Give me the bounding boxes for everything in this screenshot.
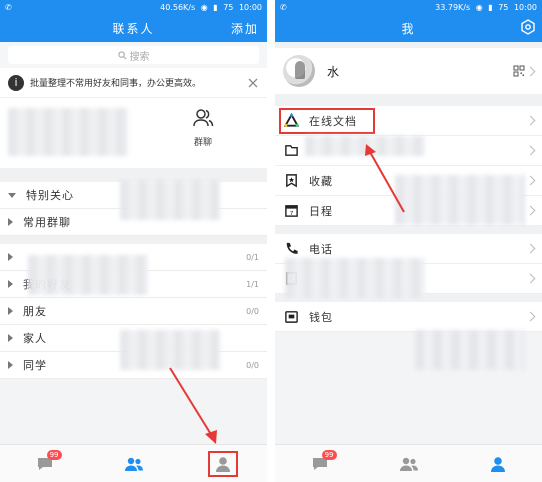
tab-me[interactable] (483, 451, 513, 477)
status-left: ✆ (280, 2, 287, 12)
page-title: 联系人 (112, 21, 155, 36)
group-count: 0/1 (246, 252, 259, 262)
calendar-icon: 7 (283, 203, 299, 219)
tab-me[interactable] (207, 450, 238, 477)
unread-badge: 99 (321, 449, 337, 460)
caret-right-icon (8, 334, 13, 342)
group-icon (193, 109, 214, 127)
blurred-region (415, 330, 525, 370)
caret-right-icon (8, 253, 13, 261)
group-chat-button[interactable]: 群聊 (178, 106, 228, 148)
person-icon (215, 456, 230, 472)
wifi-icon: ◉ (200, 2, 208, 12)
profile-row[interactable]: 水 (275, 48, 542, 94)
info-icon: i (8, 74, 24, 91)
search-input[interactable]: 搜索 (8, 46, 259, 64)
notice-banner: i 批量整理不常用好友和同事，办公更高效。 (0, 68, 267, 98)
blurred-region (8, 108, 128, 156)
bottom-tab-bar: 99 (275, 444, 542, 482)
title-bar: 我 (275, 14, 542, 42)
menu-label: 电话 (309, 242, 333, 256)
status-left: ✆ (5, 2, 12, 12)
tab-messages[interactable]: 99 (30, 449, 62, 477)
group-count: 0/0 (246, 306, 259, 316)
signal-icon: ▮ (213, 2, 218, 12)
person-icon (490, 456, 505, 472)
group-label: 朋友 (23, 305, 47, 318)
caret-right-icon (8, 280, 13, 288)
me-screen: ✆ 33.79K/s ◉ ▮ 75 10:00 我 水 在线文档 收藏 7 日程… (275, 0, 542, 482)
chevron-right-icon (525, 273, 536, 284)
status-bar: ✆ 33.79K/s ◉ ▮ 75 10:00 (275, 0, 542, 14)
close-icon[interactable] (247, 77, 259, 89)
network-speed: 33.79K/s (435, 2, 471, 12)
folder-icon (283, 143, 299, 159)
battery-level: 75 (498, 2, 509, 12)
menu-online-docs[interactable]: 在线文档 (275, 106, 542, 136)
chevron-right-icon (525, 66, 536, 76)
highlight-box (279, 108, 375, 134)
signal-icon: ▮ (488, 2, 493, 12)
status-bar: ✆ 40.56K/s ◉ ▮ 75 10:00 (0, 0, 267, 14)
group-count: 1/1 (246, 279, 259, 289)
group-chat-label: 群聊 (193, 138, 212, 148)
blurred-region (28, 255, 148, 295)
qr-code-icon[interactable] (513, 65, 525, 77)
bookmark-icon (283, 173, 299, 189)
search-placeholder: 搜索 (129, 51, 150, 63)
tab-contacts[interactable] (119, 451, 149, 477)
blurred-region (305, 136, 425, 156)
tab-contacts[interactable] (394, 451, 424, 477)
settings-hex-icon[interactable] (520, 19, 536, 35)
blurred-region (285, 258, 425, 298)
battery-level: 75 (223, 2, 234, 12)
add-button[interactable]: 添加 (231, 20, 259, 37)
network-speed: 40.56K/s (160, 2, 196, 12)
notice-text[interactable]: 批量整理不常用好友和同事，办公更高效。 (30, 76, 241, 89)
blurred-region (120, 180, 220, 220)
svg-text:7: 7 (289, 211, 293, 217)
menu-wallet[interactable]: 钱包 (275, 302, 542, 332)
contacts-icon (399, 457, 418, 471)
tab-messages[interactable]: 99 (305, 449, 337, 477)
clock: 10:00 (238, 2, 262, 12)
quick-entries: 群聊 (0, 98, 267, 168)
bottom-tab-bar: 99 (0, 444, 267, 482)
chevron-right-icon (525, 175, 536, 186)
profile-name: 水 (327, 64, 340, 79)
contacts-icon (124, 457, 143, 471)
group-row-pals[interactable]: 朋友 0/0 (0, 298, 267, 325)
clock: 10:00 (513, 2, 537, 12)
chevron-right-icon (525, 311, 536, 322)
caret-right-icon (8, 307, 13, 315)
phone-icon (283, 241, 299, 257)
chevron-right-icon (525, 115, 536, 126)
caret-right-icon (8, 361, 13, 369)
avatar[interactable] (283, 55, 315, 87)
group-count: 0/0 (246, 360, 259, 370)
page-title: 我 (401, 21, 416, 36)
chevron-right-icon (525, 145, 536, 156)
wifi-icon: ◉ (475, 2, 483, 12)
menu-label: 钱包 (309, 310, 333, 324)
title-bar: 联系人 添加 (0, 14, 267, 42)
blurred-region (120, 330, 220, 370)
search-bar: 搜索 (0, 42, 267, 68)
chevron-right-icon (525, 243, 536, 254)
wallet-icon (283, 309, 299, 325)
contacts-screen: ✆ 40.56K/s ◉ ▮ 75 10:00 联系人 添加 搜索 i 批量整理… (0, 0, 267, 482)
chevron-right-icon (525, 205, 536, 216)
caret-down-icon (8, 192, 16, 198)
caret-right-icon (8, 218, 13, 226)
blurred-region (395, 175, 525, 225)
search-icon (117, 50, 126, 59)
unread-badge: 99 (46, 449, 62, 460)
